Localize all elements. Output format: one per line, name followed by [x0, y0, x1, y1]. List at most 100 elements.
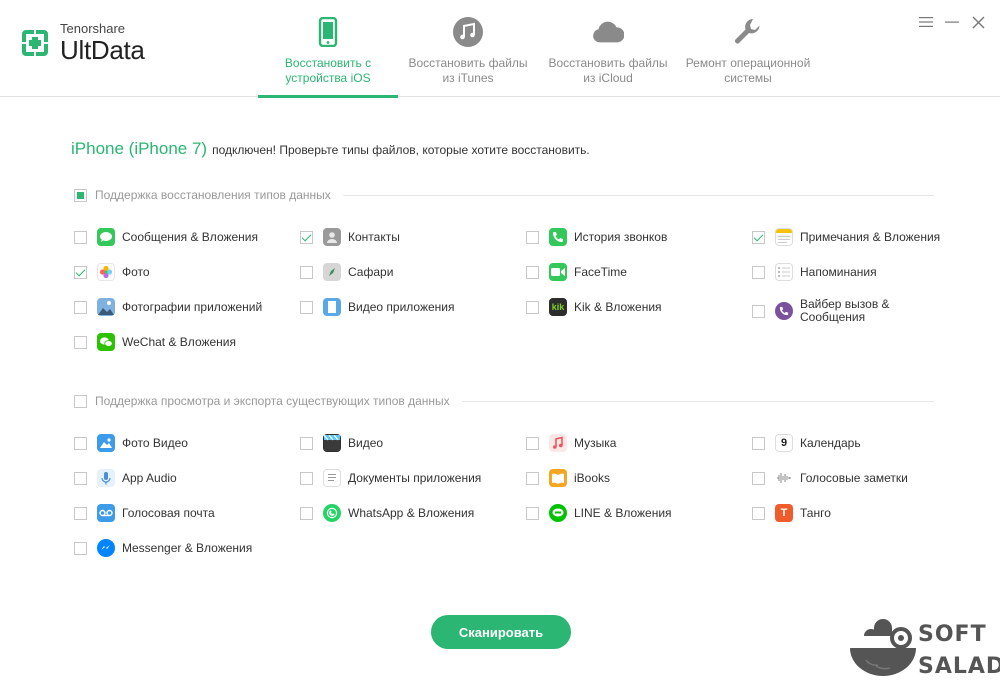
export-item-voice-memos[interactable]: Голосовые заметки	[752, 469, 962, 487]
item-label: WhatsApp & Вложения	[348, 505, 475, 520]
checkbox[interactable]	[300, 265, 313, 279]
section-recover-checkbox[interactable]	[74, 188, 87, 202]
ultdata-logo-icon	[18, 26, 52, 60]
menu-icon[interactable]	[918, 14, 934, 30]
recover-item-notes[interactable]: Примечания & Вложения	[752, 228, 962, 246]
checkbox[interactable]	[752, 304, 765, 318]
item-label: Сафари	[348, 264, 394, 279]
recover-item-photos[interactable]: Фото	[74, 263, 284, 281]
item-label: Фото Видео	[122, 435, 188, 450]
voice-memos-icon	[775, 469, 793, 487]
item-label: App Audio	[122, 470, 177, 485]
checkbox[interactable]	[526, 436, 539, 450]
close-icon[interactable]	[970, 14, 986, 30]
export-item-calendar[interactable]: 9 Календарь	[752, 434, 962, 452]
item-label: Контакты	[348, 229, 400, 244]
section-export-checkbox[interactable]	[74, 394, 87, 408]
export-item-tango[interactable]: T Танго	[752, 504, 962, 522]
scan-button[interactable]: Сканировать	[431, 615, 571, 649]
export-item-messenger[interactable]: Messenger & Вложения	[74, 539, 284, 557]
checkbox[interactable]	[300, 436, 313, 450]
tab-label: Восстановить файлы из iCloud	[548, 56, 668, 85]
recover-item-app-photos[interactable]: Фотографии приложений	[74, 298, 284, 316]
export-item-photo-video[interactable]: Фото Видео	[74, 434, 284, 452]
watermark-line1: SOFT	[918, 622, 987, 647]
section-recover-header: Поддержка восстановления типов данных	[74, 187, 934, 203]
recover-item-safari[interactable]: Сафари	[300, 263, 510, 281]
status-message: подключен! Проверьте типы файлов, которы…	[212, 143, 590, 157]
item-label: LINE & Вложения	[574, 505, 672, 520]
checkbox[interactable]	[74, 230, 87, 244]
item-label: Сообщения & Вложения	[122, 229, 259, 244]
recover-item-call-history[interactable]: История звонков	[526, 228, 736, 246]
checkbox[interactable]	[526, 300, 539, 314]
section-export-header: Поддержка просмотра и экспорта существую…	[74, 393, 934, 409]
music-icon	[452, 16, 484, 48]
app-photos-icon	[97, 298, 115, 316]
export-item-documents[interactable]: Документы приложения	[300, 469, 510, 487]
recover-item-messages[interactable]: Сообщения & Вложения	[74, 228, 284, 246]
checkbox[interactable]	[74, 265, 87, 279]
tab-recover-ios[interactable]: Восстановить с устройства iOS	[258, 0, 398, 98]
checkbox[interactable]	[300, 230, 313, 244]
item-label: Голосовая почта	[122, 505, 215, 520]
export-item-voicemail[interactable]: Голосовая почта	[74, 504, 284, 522]
item-label: Фотографии приложений	[122, 299, 263, 314]
tango-icon: T	[775, 504, 793, 522]
checkbox[interactable]	[300, 471, 313, 485]
calendar-day: 9	[780, 437, 788, 449]
checkbox[interactable]	[74, 541, 87, 555]
softsalad-watermark: SOFT SALAD	[846, 616, 1000, 686]
export-item-video[interactable]: Видео	[300, 434, 510, 452]
wechat-icon	[97, 333, 115, 351]
checkbox[interactable]	[74, 506, 87, 520]
item-label: Танго	[800, 505, 831, 520]
tab-repair-os[interactable]: Ремонт операционной системы	[678, 0, 818, 97]
export-item-whatsapp[interactable]: WhatsApp & Вложения	[300, 504, 510, 522]
main-tabs: Восстановить с устройства iOS Восстанови…	[258, 0, 818, 98]
checkbox[interactable]	[300, 506, 313, 520]
checkbox[interactable]	[752, 230, 765, 244]
recover-item-contacts[interactable]: Контакты	[300, 228, 510, 246]
facetime-icon	[549, 263, 567, 281]
checkbox[interactable]	[752, 265, 765, 279]
tab-label: Восстановить файлы из iTunes	[408, 56, 528, 85]
checkbox[interactable]	[74, 436, 87, 450]
checkbox[interactable]	[74, 300, 87, 314]
tab-recover-icloud[interactable]: Восстановить файлы из iCloud	[538, 0, 678, 97]
item-label: Календарь	[800, 435, 861, 450]
photo-video-icon	[97, 434, 115, 452]
device-status: iPhone (iPhone 7) подключен! Проверьте т…	[71, 139, 590, 159]
recover-item-wechat[interactable]: WeChat & Вложения	[74, 333, 284, 351]
export-item-line[interactable]: LINE & Вложения	[526, 504, 736, 522]
app-header: Tenorshare UltData Восстановить с устрой…	[0, 0, 1000, 98]
checkbox[interactable]	[74, 471, 87, 485]
tab-recover-itunes[interactable]: Восстановить файлы из iTunes	[398, 0, 538, 97]
contacts-icon	[323, 228, 341, 246]
section-recover-title: Поддержка восстановления типов данных	[95, 188, 331, 202]
checkbox[interactable]	[526, 471, 539, 485]
recover-item-viber[interactable]: Вайбер вызов & Сообщения	[752, 298, 952, 324]
export-item-ibooks[interactable]: iBooks	[526, 469, 736, 487]
checkbox[interactable]	[752, 506, 765, 520]
checkbox[interactable]	[752, 471, 765, 485]
checkbox[interactable]	[74, 335, 87, 349]
recover-item-app-video[interactable]: Видео приложения	[300, 298, 510, 316]
ibooks-icon	[549, 469, 567, 487]
checkbox[interactable]	[526, 506, 539, 520]
checkbox[interactable]	[526, 265, 539, 279]
export-item-app-audio[interactable]: App Audio	[74, 469, 284, 487]
recover-item-kik[interactable]: kik Kik & Вложения	[526, 298, 736, 316]
minimize-icon[interactable]	[944, 14, 960, 30]
recover-item-reminders[interactable]: Напоминания	[752, 263, 962, 281]
item-label: Голосовые заметки	[800, 470, 908, 485]
messages-icon	[97, 228, 115, 246]
item-label: FaceTime	[574, 264, 627, 279]
export-item-music[interactable]: Музыка	[526, 434, 736, 452]
checkbox[interactable]	[526, 230, 539, 244]
recover-item-facetime[interactable]: FaceTime	[526, 263, 736, 281]
checkbox[interactable]	[752, 436, 765, 450]
safari-icon	[323, 263, 341, 281]
documents-icon	[323, 469, 341, 487]
checkbox[interactable]	[300, 300, 313, 314]
